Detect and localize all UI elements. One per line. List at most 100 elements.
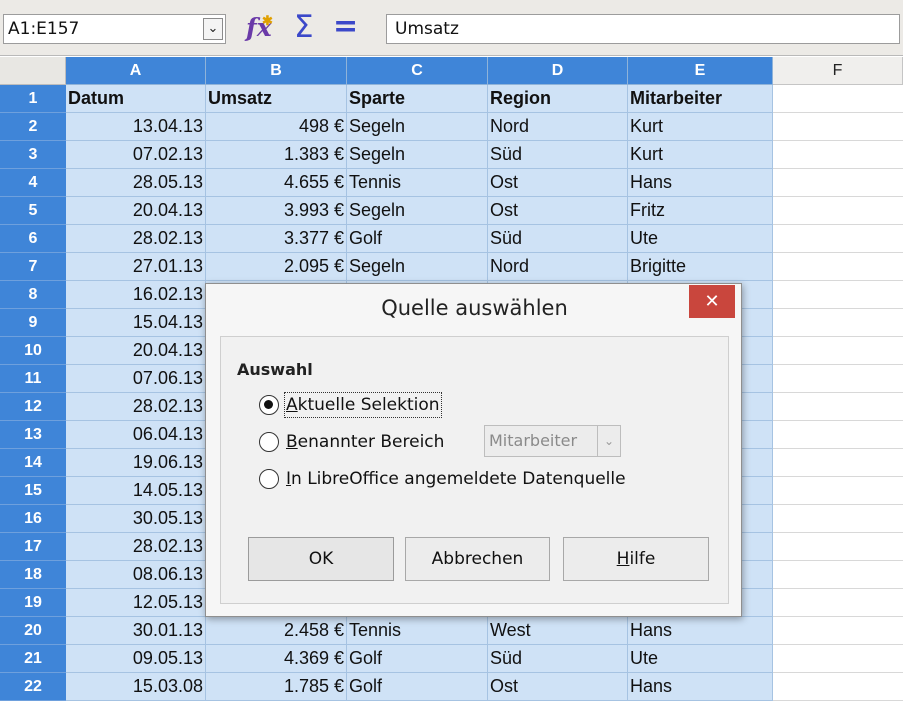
radio-named-range[interactable] [259, 432, 279, 452]
cell-a17[interactable]: 28.02.13 [66, 533, 206, 561]
cell-b3[interactable]: 1.383 € [206, 141, 347, 169]
cell-a6[interactable]: 28.02.13 [66, 225, 206, 253]
help-button[interactable]: Hilfe [563, 537, 709, 581]
cell-f21[interactable] [773, 645, 903, 673]
cell-a22[interactable]: 15.03.08 [66, 673, 206, 701]
cell-a2[interactable]: 13.04.13 [66, 113, 206, 141]
cell-f22[interactable] [773, 673, 903, 701]
cell-e20[interactable]: Hans [628, 617, 773, 645]
cell-a21[interactable]: 09.05.13 [66, 645, 206, 673]
row-header-20[interactable]: 20 [0, 617, 66, 645]
cell-f19[interactable] [773, 589, 903, 617]
cell-f20[interactable] [773, 617, 903, 645]
cell-f15[interactable] [773, 477, 903, 505]
cell-d2[interactable]: Nord [488, 113, 628, 141]
row-header-17[interactable]: 17 [0, 533, 66, 561]
chevron-down-icon[interactable]: ⌄ [203, 18, 223, 40]
cell-f5[interactable] [773, 197, 903, 225]
cancel-button[interactable]: Abbrechen [405, 537, 550, 581]
cell-a18[interactable]: 08.06.13 [66, 561, 206, 589]
cell-d1[interactable]: Region [488, 85, 628, 113]
cell-e4[interactable]: Hans [628, 169, 773, 197]
cell-b6[interactable]: 3.377 € [206, 225, 347, 253]
cell-f13[interactable] [773, 421, 903, 449]
cell-c21[interactable]: Golf [347, 645, 488, 673]
row-header-5[interactable]: 5 [0, 197, 66, 225]
cell-c5[interactable]: Segeln [347, 197, 488, 225]
row-header-18[interactable]: 18 [0, 561, 66, 589]
cell-a15[interactable]: 14.05.13 [66, 477, 206, 505]
row-header-21[interactable]: 21 [0, 645, 66, 673]
row-header-7[interactable]: 7 [0, 253, 66, 281]
cell-a14[interactable]: 19.06.13 [66, 449, 206, 477]
cell-e3[interactable]: Kurt [628, 141, 773, 169]
cell-e22[interactable]: Hans [628, 673, 773, 701]
cell-f8[interactable] [773, 281, 903, 309]
cell-a9[interactable]: 15.04.13 [66, 309, 206, 337]
cell-f10[interactable] [773, 337, 903, 365]
cell-e21[interactable]: Ute [628, 645, 773, 673]
row-header-22[interactable]: 22 [0, 673, 66, 701]
cell-a10[interactable]: 20.04.13 [66, 337, 206, 365]
cell-a8[interactable]: 16.02.13 [66, 281, 206, 309]
cell-b20[interactable]: 2.458 € [206, 617, 347, 645]
cell-c4[interactable]: Tennis [347, 169, 488, 197]
equals-icon[interactable]: = [333, 11, 358, 43]
cell-e7[interactable]: Brigitte [628, 253, 773, 281]
cell-b2[interactable]: 498 € [206, 113, 347, 141]
column-header-d[interactable]: D [488, 57, 628, 85]
row-header-12[interactable]: 12 [0, 393, 66, 421]
cell-f7[interactable] [773, 253, 903, 281]
row-header-10[interactable]: 10 [0, 337, 66, 365]
cell-a1[interactable]: Datum [66, 85, 206, 113]
cell-c2[interactable]: Segeln [347, 113, 488, 141]
column-header-e[interactable]: E [628, 57, 773, 85]
cell-a5[interactable]: 20.04.13 [66, 197, 206, 225]
cell-b21[interactable]: 4.369 € [206, 645, 347, 673]
row-header-2[interactable]: 2 [0, 113, 66, 141]
cell-f18[interactable] [773, 561, 903, 589]
radio-current-selection[interactable] [259, 395, 279, 415]
column-header-a[interactable]: A [66, 57, 206, 85]
row-header-11[interactable]: 11 [0, 365, 66, 393]
row-header-13[interactable]: 13 [0, 421, 66, 449]
cell-a20[interactable]: 30.01.13 [66, 617, 206, 645]
cell-e5[interactable]: Fritz [628, 197, 773, 225]
cell-f11[interactable] [773, 365, 903, 393]
cell-a3[interactable]: 07.02.13 [66, 141, 206, 169]
cell-c7[interactable]: Segeln [347, 253, 488, 281]
row-header-16[interactable]: 16 [0, 505, 66, 533]
row-header-6[interactable]: 6 [0, 225, 66, 253]
cell-f2[interactable] [773, 113, 903, 141]
cell-f9[interactable] [773, 309, 903, 337]
cell-e1[interactable]: Mitarbeiter [628, 85, 773, 113]
row-header-3[interactable]: 3 [0, 141, 66, 169]
cell-b4[interactable]: 4.655 € [206, 169, 347, 197]
cell-e6[interactable]: Ute [628, 225, 773, 253]
row-header-15[interactable]: 15 [0, 477, 66, 505]
cell-a19[interactable]: 12.05.13 [66, 589, 206, 617]
row-header-19[interactable]: 19 [0, 589, 66, 617]
cell-b22[interactable]: 1.785 € [206, 673, 347, 701]
cell-c3[interactable]: Segeln [347, 141, 488, 169]
cell-d20[interactable]: West [488, 617, 628, 645]
close-icon[interactable]: ✕ [689, 285, 735, 318]
named-range-select[interactable]: Mitarbeiter ⌄ [484, 425, 621, 457]
cell-f3[interactable] [773, 141, 903, 169]
cell-f1[interactable] [773, 85, 903, 113]
cell-d3[interactable]: Süd [488, 141, 628, 169]
cell-d5[interactable]: Ost [488, 197, 628, 225]
cell-d22[interactable]: Ost [488, 673, 628, 701]
cell-a7[interactable]: 27.01.13 [66, 253, 206, 281]
cell-b1[interactable]: Umsatz [206, 85, 347, 113]
cell-a12[interactable]: 28.02.13 [66, 393, 206, 421]
cell-f16[interactable] [773, 505, 903, 533]
cell-a4[interactable]: 28.05.13 [66, 169, 206, 197]
row-header-9[interactable]: 9 [0, 309, 66, 337]
cell-e2[interactable]: Kurt [628, 113, 773, 141]
cell-f17[interactable] [773, 533, 903, 561]
cell-f4[interactable] [773, 169, 903, 197]
cell-b5[interactable]: 3.993 € [206, 197, 347, 225]
cell-b7[interactable]: 2.095 € [206, 253, 347, 281]
cell-d6[interactable]: Süd [488, 225, 628, 253]
